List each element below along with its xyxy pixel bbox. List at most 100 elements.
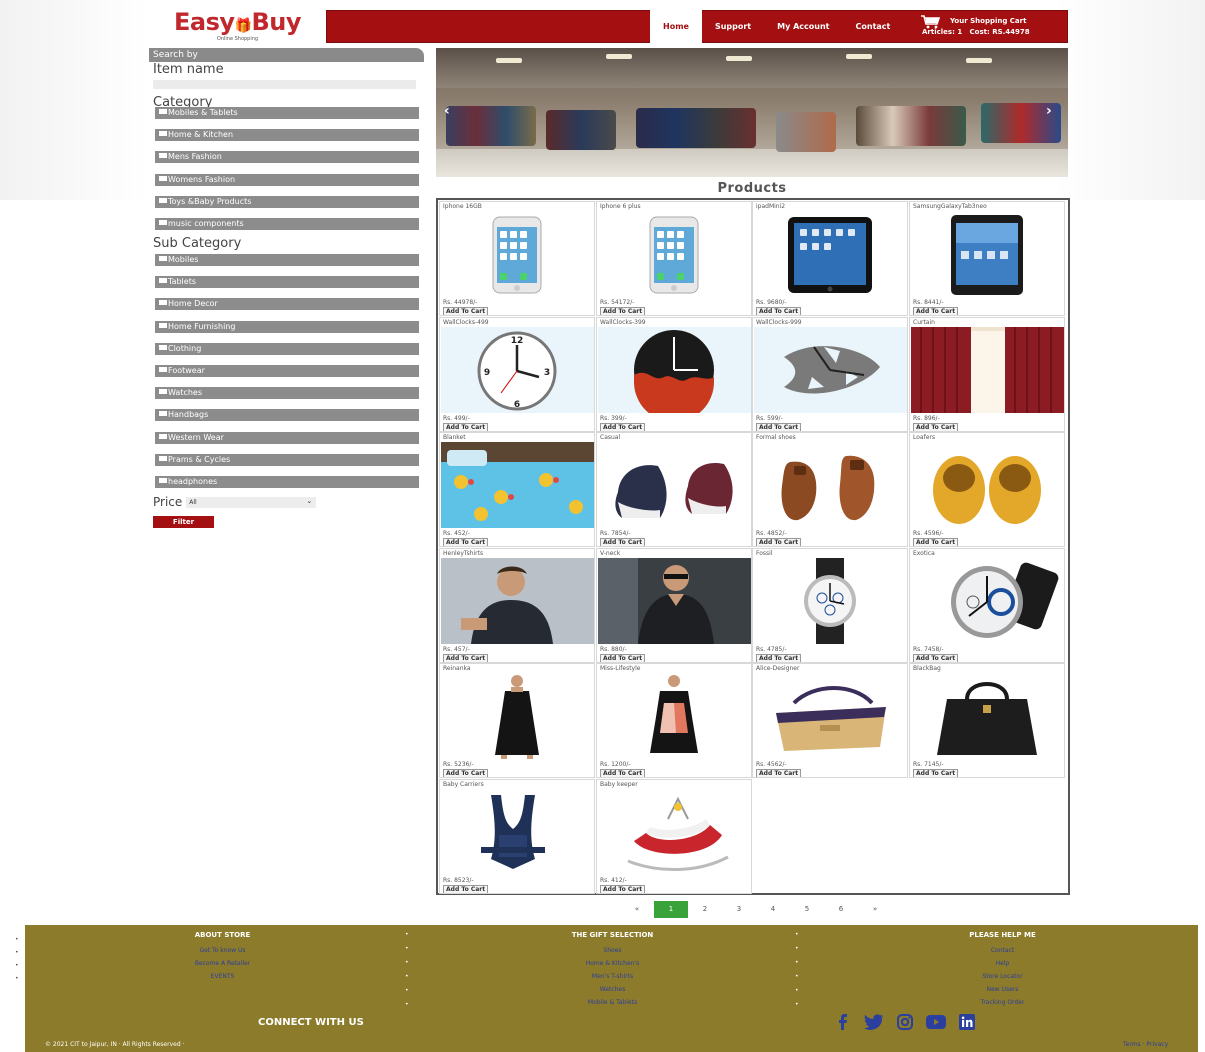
add-to-cart-button[interactable]: Add To Cart: [913, 423, 959, 431]
product-card[interactable]: WallClocks-999 Rs. 599/- Add To Cart: [752, 317, 908, 432]
add-to-cart-button[interactable]: Add To Cart: [443, 769, 489, 777]
product-image[interactable]: [441, 211, 594, 297]
add-to-cart-button[interactable]: Add To Cart: [913, 307, 959, 315]
add-to-cart-button[interactable]: Add To Cart: [756, 769, 802, 777]
product-image[interactable]: [754, 558, 907, 644]
add-to-cart-button[interactable]: Add To Cart: [756, 538, 802, 546]
product-card[interactable]: Exotica Rs. 7458/- Add To Cart: [909, 548, 1065, 663]
product-card[interactable]: SamsungGalaxyTab3neo Rs. 8441/- Add To Car…: [909, 201, 1065, 316]
product-card[interactable]: Reinanka Rs. 5236/- Add To Cart: [439, 663, 595, 778]
product-image[interactable]: [441, 442, 594, 528]
product-name[interactable]: WallClocks-399: [600, 319, 646, 326]
filter-button[interactable]: Filter: [153, 516, 214, 528]
product-card[interactable]: Miss-Lifestyle Rs. 1200/- Add To Cart: [596, 663, 752, 778]
add-to-cart-button[interactable]: Add To Cart: [443, 654, 489, 662]
add-to-cart-button[interactable]: Add To Cart: [600, 769, 646, 777]
add-to-cart-button[interactable]: Add To Cart: [443, 538, 489, 546]
product-name[interactable]: Baby keeper: [600, 781, 638, 788]
youtube-icon[interactable]: [926, 1014, 946, 1030]
pagination-prev[interactable]: «: [620, 901, 654, 918]
linkedin-icon[interactable]: [957, 1014, 977, 1030]
product-name[interactable]: Curtain: [913, 319, 935, 326]
pagination-page-3[interactable]: 3: [722, 901, 756, 918]
nav-home[interactable]: Home: [650, 10, 702, 43]
product-card[interactable]: Blanket Rs. 452/- Add To Cart: [439, 432, 595, 547]
footer-link[interactable]: Store Locator: [915, 970, 1090, 983]
product-name[interactable]: Iphone 16GB: [443, 203, 482, 210]
category-mobiles-tablets[interactable]: Mobiles & Tablets: [155, 107, 419, 119]
product-image[interactable]: 12 6 9 3: [441, 327, 594, 413]
product-name[interactable]: Iphone 6 plus: [600, 203, 641, 210]
add-to-cart-button[interactable]: Add To Cart: [600, 654, 646, 662]
product-card[interactable]: Casual Rs. 7854/- Add To Cart: [596, 432, 752, 547]
product-card[interactable]: Formal shoes Rs. 4852/- Add To Cart: [752, 432, 908, 547]
product-name[interactable]: Loafers: [913, 434, 935, 441]
add-to-cart-button[interactable]: Add To Cart: [756, 423, 802, 431]
product-card[interactable]: WallClocks-399 Rs. 399/- Add To Cart: [596, 317, 752, 432]
product-image[interactable]: [911, 442, 1064, 528]
add-to-cart-button[interactable]: Add To Cart: [600, 423, 646, 431]
add-to-cart-button[interactable]: Add To Cart: [443, 307, 489, 315]
product-name[interactable]: Blanket: [443, 434, 466, 441]
product-card[interactable]: WallClocks-499 12 6 9 3 Rs. 499/- Add To Cart: [439, 317, 595, 432]
subcategory-mobiles[interactable]: Mobiles: [155, 254, 419, 266]
add-to-cart-button[interactable]: Add To Cart: [913, 538, 959, 546]
instagram-icon[interactable]: [895, 1014, 915, 1030]
product-name[interactable]: Formal shoes: [756, 434, 796, 441]
product-name[interactable]: Miss-Lifestyle: [600, 665, 640, 672]
product-image[interactable]: [441, 673, 594, 759]
product-card[interactable]: Loafers Rs. 4596/- Add To Cart: [909, 432, 1065, 547]
product-name[interactable]: Casual: [600, 434, 620, 441]
nav-contact[interactable]: Contact: [843, 10, 904, 43]
product-card[interactable]: Baby Carriers Rs. 8523/- Add To Cart: [439, 779, 595, 894]
category-home-kitchen[interactable]: Home & Kitchen: [155, 129, 419, 141]
product-name[interactable]: SamsungGalaxyTab3neo: [913, 203, 987, 210]
product-name[interactable]: ipadMini2: [756, 203, 785, 210]
subcategory-watches[interactable]: Watches: [155, 387, 419, 399]
product-card[interactable]: Iphone 6 plus Rs. 54172/- Add To Cart: [596, 201, 752, 316]
category-toys-baby[interactable]: Toys &Baby Products: [155, 196, 419, 208]
footer-link[interactable]: Become A Retailer: [135, 957, 310, 970]
product-name[interactable]: Reinanka: [443, 665, 471, 672]
product-image[interactable]: [911, 327, 1064, 413]
subcategory-headphones[interactable]: headphones: [155, 476, 419, 488]
product-card[interactable]: V-neck Rs. 880/- Add To Cart: [596, 548, 752, 663]
footer-link[interactable]: Get To know Us: [135, 944, 310, 957]
pagination-page-4[interactable]: 4: [756, 901, 790, 918]
price-select[interactable]: All ⌄: [186, 496, 317, 508]
subcategory-footwear[interactable]: Footwear: [155, 365, 419, 377]
add-to-cart-button[interactable]: Add To Cart: [913, 769, 959, 777]
product-name[interactable]: HenleyTshirts: [443, 550, 483, 557]
product-image[interactable]: [441, 558, 594, 644]
subcategory-tablets[interactable]: Tablets: [155, 276, 419, 288]
product-image[interactable]: [911, 558, 1064, 644]
carousel-prev-icon[interactable]: ‹: [444, 103, 450, 119]
product-name[interactable]: Exotica: [913, 550, 935, 557]
twitter-icon[interactable]: [864, 1014, 884, 1030]
product-name[interactable]: WallClocks-499: [443, 319, 489, 326]
product-name[interactable]: Alice-Designer: [756, 665, 799, 672]
pagination-page-6[interactable]: 6: [824, 901, 858, 918]
footer-link[interactable]: Shoes: [525, 944, 700, 957]
product-name[interactable]: V-neck: [600, 550, 620, 557]
facebook-icon[interactable]: [833, 1014, 853, 1030]
product-name[interactable]: Fossil: [756, 550, 773, 557]
pagination-next[interactable]: »: [858, 901, 892, 918]
product-image[interactable]: [598, 558, 751, 644]
pagination-page-5[interactable]: 5: [790, 901, 824, 918]
product-image[interactable]: [754, 327, 907, 413]
subcategory-prams-cycles[interactable]: Prams & Cycles: [155, 454, 419, 466]
add-to-cart-button[interactable]: Add To Cart: [756, 307, 802, 315]
add-to-cart-button[interactable]: Add To Cart: [443, 885, 489, 893]
add-to-cart-button[interactable]: Add To Cart: [600, 307, 646, 315]
carousel-next-icon[interactable]: ›: [1046, 103, 1052, 119]
product-name[interactable]: Baby Carriers: [443, 781, 484, 788]
product-image[interactable]: [911, 211, 1064, 297]
product-image[interactable]: [441, 789, 594, 875]
add-to-cart-button[interactable]: Add To Cart: [443, 423, 489, 431]
footer-link[interactable]: EVENTS: [135, 970, 310, 983]
nav-my-account[interactable]: My Account: [764, 10, 842, 43]
footer-link[interactable]: New Users: [915, 983, 1090, 996]
subcategory-western-wear[interactable]: Western Wear: [155, 432, 419, 444]
subcategory-handbags[interactable]: Handbags: [155, 409, 419, 421]
